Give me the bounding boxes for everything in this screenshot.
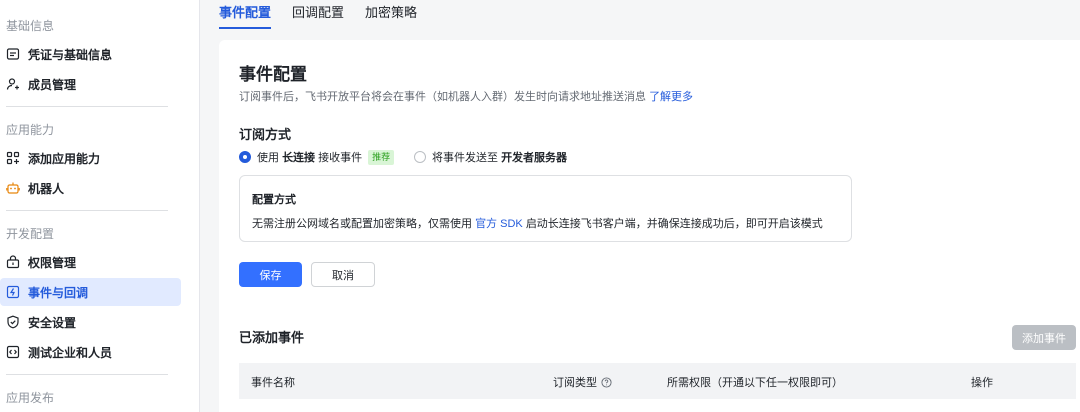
radio-label-suffix: 接收事件 [318,152,363,164]
column-header-subscription-type: 订阅类型 [553,374,612,390]
active-tab-indicator [219,27,271,29]
column-header-required-permissions: 所需权限（开通以下任一权限即可） [667,377,843,389]
sidebar-item-security[interactable]: 安全设置 [0,308,181,336]
sidebar-item-test-org[interactable]: 测试企业和人员 [0,338,181,366]
sidebar-item-label: 事件与回调 [28,285,89,300]
sidebar-section-title: 基础信息 [6,19,55,33]
page-description: 订阅事件后，飞书开放平台将会在事件（如机器人入群）发生时向请求地址推送消息 了解… [239,88,693,104]
radio-button[interactable] [239,151,251,163]
added-events-title: 已添加事件 [239,330,305,345]
sidebar-item-events-callbacks[interactable]: 事件与回调 [0,278,181,306]
config-method-title: 配置方式 [252,194,296,206]
config-desc-after: 启动长连接飞书客户端，并确保连接成功后，即可开启该模式 [525,218,823,230]
radio-label-bold: 长连接 [282,152,316,164]
sidebar-item-credentials[interactable]: 凭证与基础信息 [0,40,181,68]
subscription-method-title: 订阅方式 [239,127,292,142]
tab-encryption-policy[interactable]: 加密策略 [365,2,417,21]
save-button[interactable]: 保存 [239,262,302,287]
add-event-button[interactable]: 添加事件 [1012,325,1076,350]
radio-developer-server[interactable]: 将事件发送至 开发者服务器 [414,149,567,165]
column-header-actions: 操作 [971,377,993,389]
robot-icon [6,181,20,195]
event-callback-icon [6,285,20,299]
sidebar: 基础信息 凭证与基础信息 成员管理 应用能力 添加应用能力 机器人 开发配置 权… [0,0,200,412]
sidebar-item-label: 测试企业和人员 [28,345,113,360]
sidebar-item-label: 机器人 [28,181,65,196]
sidebar-section-title: 应用能力 [6,123,55,137]
official-sdk-link[interactable]: 官方 SDK [475,218,523,230]
radio-button[interactable] [414,151,426,163]
description-text: 订阅事件后，飞书开放平台将会在事件（如机器人入群）发生时向请求地址推送消息 [239,91,646,103]
tab-bar: 事件配置 回调配置 加密策略 [200,0,1080,30]
config-desc-before: 无需注册公网域名或配置加密策略，仅需使用 [252,218,472,230]
sidebar-item-label: 成员管理 [28,77,77,92]
sidebar-item-label: 安全设置 [28,315,77,330]
sidebar-section-title: 开发配置 [6,227,55,241]
sidebar-item-members[interactable]: 成员管理 [0,70,181,98]
sidebar-divider [6,374,168,375]
sidebar-item-robot[interactable]: 机器人 [0,174,181,202]
radio-label-prefix: 使用 [257,152,279,164]
learn-more-link[interactable]: 了解更多 [649,91,693,103]
sidebar-item-add-capability[interactable]: 添加应用能力 [0,144,181,172]
sidebar-divider [6,210,168,211]
event-config-card: 事件配置 订阅事件后，飞书开放平台将会在事件（如机器人入群）发生时向请求地址推送… [219,40,1080,412]
page-title: 事件配置 [239,65,307,84]
tab-callback-config[interactable]: 回调配置 [292,2,344,21]
code-icon [6,345,20,359]
config-method-box: 配置方式 无需注册公网域名或配置加密策略，仅需使用 官方 SDK 启动长连接飞书… [239,175,852,242]
credential-icon [6,47,20,61]
permission-icon [6,255,20,269]
events-table-header: 事件名称 订阅类型 所需权限（开通以下任一权限即可） 操作 [239,363,1076,399]
shield-icon [6,315,20,329]
sidebar-item-permissions[interactable]: 权限管理 [0,248,181,276]
sidebar-item-label: 凭证与基础信息 [28,47,113,62]
cancel-button[interactable]: 取消 [311,262,375,287]
sidebar-item-label: 添加应用能力 [28,151,101,166]
sidebar-item-label: 权限管理 [28,255,77,270]
radio-long-connection[interactable]: 使用 长连接 接收事件 推荐 [239,149,395,165]
radio-label-bold: 开发者服务器 [501,152,568,164]
recommended-badge: 推荐 [368,149,395,165]
add-capability-icon [6,151,20,165]
config-method-description: 无需注册公网域名或配置加密策略，仅需使用 官方 SDK 启动长连接飞书客户端，并… [252,215,823,231]
column-header-event-name: 事件名称 [251,377,295,389]
member-icon [6,77,20,91]
sidebar-divider [6,106,168,107]
tab-event-config[interactable]: 事件配置 [219,2,271,21]
help-icon[interactable] [601,376,612,388]
column-header-label: 订阅类型 [553,377,597,389]
sidebar-section-title: 应用发布 [6,391,55,405]
radio-label-prefix: 将事件发送至 [432,152,498,164]
